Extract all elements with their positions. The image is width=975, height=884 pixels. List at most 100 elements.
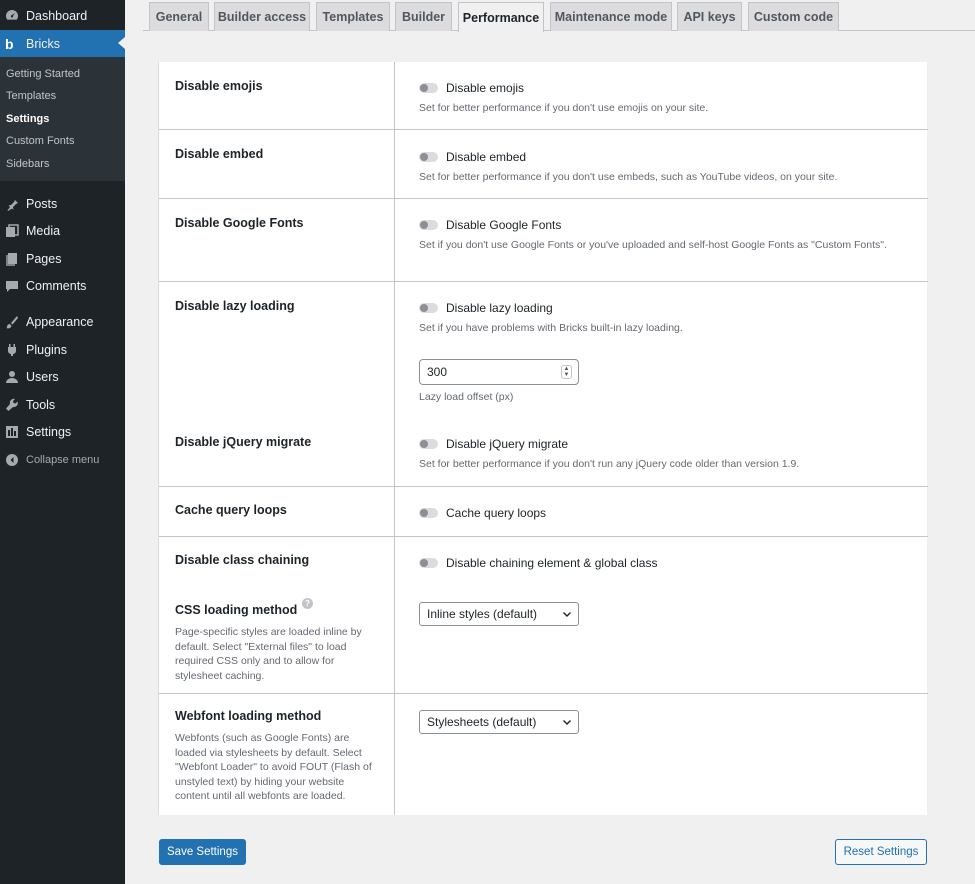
setting-description: Set if you have problems with Bricks bui… <box>419 322 683 334</box>
toggle-disable-google-fonts[interactable]: Disable Google Fonts <box>419 218 561 232</box>
menu-item-dashboard[interactable]: Dashboard <box>0 8 125 24</box>
media-icon <box>5 224 19 238</box>
collapse-menu-button[interactable]: Collapse menu <box>0 452 125 468</box>
toggle-switch[interactable] <box>419 508 438 518</box>
menu-label: Appearance <box>26 315 94 329</box>
tab-custom-code[interactable]: Custom code <box>748 2 839 31</box>
webfont-loading-method-select[interactable]: Stylesheets (default) <box>419 710 579 734</box>
setting-description: Webfonts (such as Google Fonts) are load… <box>175 732 372 803</box>
toggle-label: Disable embed <box>446 150 527 164</box>
toggle-switch[interactable] <box>419 303 438 313</box>
settings-panel: Disable emojis Disable emojis Set for be… <box>158 62 928 815</box>
tab-api-keys[interactable]: API keys <box>677 2 742 31</box>
chevron-down-icon <box>563 720 571 725</box>
menu-label: Users <box>26 370 59 384</box>
pages-icon <box>5 252 19 266</box>
menu-item-pages[interactable]: Pages <box>0 251 125 267</box>
lazy-offset-label: Lazy load offset (px) <box>419 391 514 403</box>
toggle-label: Cache query loops <box>446 506 547 520</box>
collapse-label: Collapse menu <box>26 454 100 466</box>
menu-item-tools[interactable]: Tools <box>0 397 125 413</box>
toggle-label: Disable chaining element & global class <box>446 556 658 570</box>
toggle-switch[interactable] <box>419 439 438 449</box>
toggle-switch[interactable] <box>419 152 438 162</box>
menu-item-appearance[interactable]: Appearance <box>0 314 125 330</box>
reset-settings-button[interactable]: Reset Settings <box>835 839 927 865</box>
lazy-offset-value: 300 <box>427 365 448 379</box>
menu-item-settings[interactable]: Settings <box>0 424 125 440</box>
bricks-logo-icon: b <box>5 35 14 52</box>
menu-item-users[interactable]: Users <box>0 369 125 385</box>
setting-label: Cache query loops <box>175 503 287 517</box>
toggle-switch[interactable] <box>419 558 438 568</box>
toggle-disable-lazy-loading[interactable]: Disable lazy loading <box>419 301 553 315</box>
menu-label: Comments <box>26 279 87 293</box>
tab-builder[interactable]: Builder <box>395 2 452 31</box>
setting-description: Set if you don't use Google Fonts or you… <box>419 239 887 251</box>
paintbrush-icon <box>5 315 19 329</box>
current-indicator <box>118 37 125 49</box>
setting-label: Disable class chaining <box>175 553 310 567</box>
menu-item-posts[interactable]: Posts <box>0 196 125 212</box>
menu-label: Bricks <box>26 36 61 51</box>
save-settings-button[interactable]: Save Settings <box>159 839 246 865</box>
comment-icon <box>5 279 19 293</box>
help-icon[interactable]: ? <box>302 598 313 609</box>
setting-row-webfont-loading: Webfont loading method Webfonts (such as… <box>159 694 928 815</box>
setting-label: Disable emojis <box>175 79 263 93</box>
dashboard-icon <box>5 9 19 23</box>
plug-icon <box>5 343 19 357</box>
submenu-settings[interactable]: Settings <box>6 113 49 125</box>
menu-label: Plugins <box>26 343 67 357</box>
menu-item-bricks[interactable]: b Bricks <box>0 30 125 57</box>
lazy-offset-input[interactable]: 300 ▲ ▼ <box>419 359 579 385</box>
toggle-disable-class-chaining[interactable]: Disable chaining element & global class <box>419 556 657 570</box>
setting-row-lazy-jquery: Disable lazy loading Disable lazy loadin… <box>159 282 928 487</box>
tab-maintenance-mode[interactable]: Maintenance mode <box>550 2 672 31</box>
css-loading-method-select[interactable]: Inline styles (default) <box>419 602 579 626</box>
submenu-custom-fonts[interactable]: Custom Fonts <box>6 135 74 147</box>
toggle-disable-jquery-migrate[interactable]: Disable jQuery migrate <box>419 437 568 451</box>
settings-icon <box>5 425 19 439</box>
setting-label: Disable jQuery migrate <box>175 435 312 449</box>
tab-templates[interactable]: Templates <box>316 2 390 31</box>
menu-item-comments[interactable]: Comments <box>0 278 125 294</box>
select-value: Inline styles (default) <box>427 607 538 621</box>
setting-row-google-fonts: Disable Google Fonts Disable Google Font… <box>159 199 928 282</box>
toggle-label: Disable emojis <box>446 81 525 95</box>
setting-row-emojis: Disable emojis Disable emojis Set for be… <box>159 62 928 130</box>
menu-label: Tools <box>26 398 56 412</box>
setting-label: Webfont loading method <box>175 709 322 723</box>
tab-performance[interactable]: Performance <box>458 2 544 32</box>
setting-label: Disable embed <box>175 147 264 161</box>
toggle-label: Disable Google Fonts <box>446 218 562 232</box>
menu-label: Pages <box>26 252 62 266</box>
tab-builder-access[interactable]: Builder access <box>214 2 310 31</box>
submenu-templates[interactable]: Templates <box>6 90 56 102</box>
submenu-sidebars[interactable]: Sidebars <box>6 158 49 170</box>
toggle-disable-emojis[interactable]: Disable emojis <box>419 81 524 95</box>
menu-label: Media <box>26 224 61 238</box>
toggle-cache-query-loops[interactable]: Cache query loops <box>419 506 546 520</box>
setting-description: Set for better performance if you don't … <box>419 102 709 114</box>
menu-label: Posts <box>26 197 58 211</box>
setting-row-chaining-css: Disable class chaining Disable chaining … <box>159 537 928 694</box>
toggle-disable-embed[interactable]: Disable embed <box>419 150 526 164</box>
tab-general[interactable]: General <box>149 2 209 31</box>
setting-row-cache-query-loops: Cache query loops Cache query loops <box>159 487 928 537</box>
spinner-icon[interactable]: ▲ ▼ <box>561 365 572 379</box>
user-icon <box>5 370 19 384</box>
menu-item-media[interactable]: Media <box>0 223 125 239</box>
select-value: Stylesheets (default) <box>427 715 537 729</box>
chevron-down-icon <box>563 612 571 617</box>
settings-tabs: General Builder access Templates Builder… <box>143 0 975 32</box>
setting-description: Page-specific styles are loaded inline b… <box>175 626 362 682</box>
bricks-submenu: Getting Started Templates Settings Custo… <box>0 57 125 181</box>
toggle-label: Disable jQuery migrate <box>446 437 569 451</box>
toggle-switch[interactable] <box>419 220 438 230</box>
submenu-getting-started[interactable]: Getting Started <box>6 68 80 80</box>
pin-icon <box>5 197 19 211</box>
wrench-icon <box>5 398 19 412</box>
menu-item-plugins[interactable]: Plugins <box>0 342 125 358</box>
toggle-switch[interactable] <box>419 83 438 93</box>
